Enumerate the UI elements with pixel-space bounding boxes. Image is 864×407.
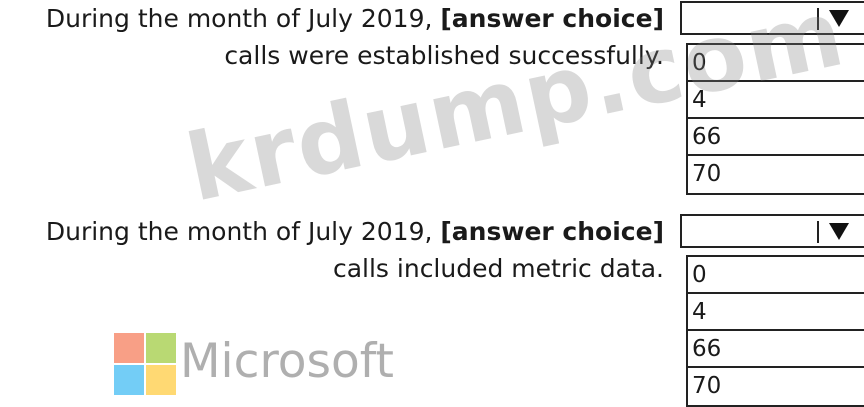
dropdown-2-option[interactable]: 0 bbox=[688, 257, 864, 294]
question-1-line-1: During the month of July 2019, [answer c… bbox=[45, 4, 664, 33]
dropdown-1-option[interactable]: 66 bbox=[688, 119, 864, 156]
answer-dropdown-2[interactable] bbox=[680, 214, 864, 248]
microsoft-wordmark: Microsoft bbox=[180, 334, 394, 389]
question-2-line-1: During the month of July 2019, [answer c… bbox=[45, 217, 664, 246]
caret-down-icon bbox=[829, 223, 849, 240]
microsoft-logo-icon bbox=[114, 333, 176, 395]
dropdown-2-arrow[interactable] bbox=[817, 221, 851, 243]
logo-square-green bbox=[146, 333, 176, 363]
logo-square-blue bbox=[114, 365, 144, 395]
dropdown-2-options-list: 0 4 66 70 bbox=[686, 255, 864, 407]
dropdown-2-option[interactable]: 4 bbox=[688, 294, 864, 331]
answer-choice-label: [answer choice] bbox=[440, 217, 664, 246]
question-2-line-2: calls included metric data. bbox=[332, 254, 664, 283]
question-2-text: During the month of July 2019, [answer c… bbox=[46, 213, 664, 287]
dropdown-1-option[interactable]: 70 bbox=[688, 156, 864, 195]
logo-square-yellow bbox=[146, 365, 176, 395]
dropdown-2-option[interactable]: 70 bbox=[688, 368, 864, 407]
dropdown-2-option[interactable]: 66 bbox=[688, 331, 864, 368]
logo-square-red bbox=[114, 333, 144, 363]
